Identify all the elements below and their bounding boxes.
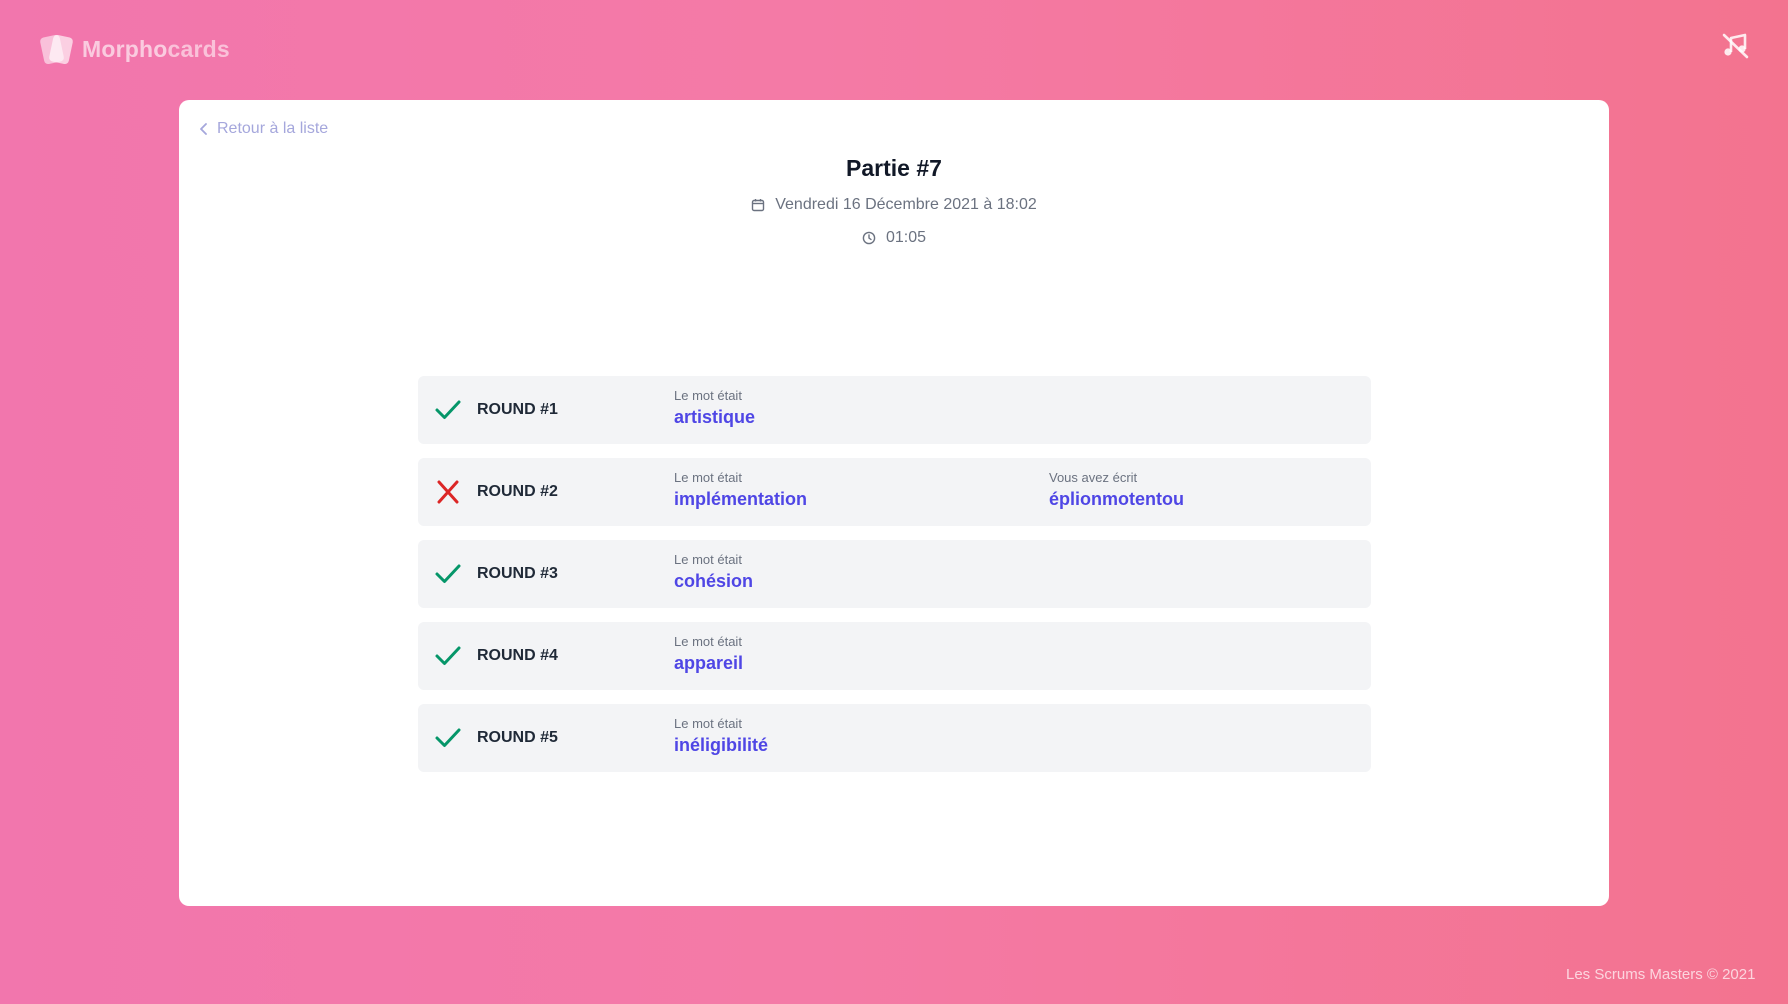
- expected-word-caption: Le mot était: [674, 552, 742, 567]
- game-date: Vendredi 16 Décembre 2021 à 18:02: [179, 196, 1609, 214]
- footer-copyright: Les Scrums Masters © 2021: [1566, 966, 1756, 983]
- page-title: Partie #7: [846, 155, 942, 181]
- check-icon: [435, 646, 461, 665]
- rounds-list: ROUND #1 Le mot était artistique ROUND #…: [418, 376, 1371, 786]
- expected-word-value: inéligibilité: [674, 735, 769, 755]
- music-toggle-button[interactable]: [1718, 28, 1752, 62]
- app-logo[interactable]: Morphocards: [39, 30, 230, 68]
- expected-word-value: appareil: [674, 653, 744, 673]
- music-off-icon: [1722, 33, 1749, 59]
- expected-word-caption: Le mot était: [674, 388, 742, 403]
- round-row: ROUND #1 Le mot était artistique: [418, 376, 1371, 444]
- expected-word-value: implémentation: [674, 489, 808, 509]
- expected-word: Le mot était cohésion: [674, 552, 753, 592]
- chevron-left-icon: [200, 123, 207, 135]
- cards-logo-icon: [39, 32, 74, 66]
- expected-word-caption: Le mot était: [674, 634, 742, 649]
- round-label: ROUND #2: [477, 483, 558, 500]
- round-label: ROUND #5: [477, 729, 558, 746]
- back-to-list-link[interactable]: Retour à la liste: [199, 120, 328, 138]
- game-duration: 01:05: [179, 229, 1609, 247]
- clock-icon: [862, 231, 876, 245]
- game-date-text: Vendredi 16 Décembre 2021 à 18:02: [775, 196, 1037, 213]
- expected-word-caption: Le mot était: [674, 716, 742, 731]
- expected-word: Le mot était artistique: [674, 388, 755, 428]
- check-icon: [435, 400, 461, 419]
- expected-word: Le mot était implémentation: [674, 470, 807, 510]
- typed-word: Vous avez écrit éplionmotentou: [1049, 470, 1184, 510]
- round-row: ROUND #2 Le mot était implémentation Vou…: [418, 458, 1371, 526]
- back-label: Retour à la liste: [217, 120, 329, 137]
- round-label: ROUND #1: [477, 401, 558, 418]
- expected-word-caption: Le mot était: [674, 470, 742, 485]
- expected-word: Le mot était appareil: [674, 634, 743, 674]
- round-label: ROUND #3: [477, 565, 558, 582]
- top-bar: Morphocards: [0, 0, 1788, 100]
- round-row: ROUND #5 Le mot était inéligibilité: [418, 704, 1371, 772]
- x-icon: [437, 480, 459, 504]
- typed-word-caption: Vous avez écrit: [1049, 470, 1138, 485]
- game-detail-card: Retour à la liste Partie #7 Vendredi 16 …: [179, 100, 1609, 906]
- round-label: ROUND #4: [477, 647, 558, 664]
- round-row: ROUND #3 Le mot était cohésion: [418, 540, 1371, 608]
- typed-word-value: éplionmotentou: [1049, 489, 1184, 509]
- check-icon: [435, 564, 461, 583]
- app-name: Morphocards: [82, 35, 230, 62]
- expected-word-value: artistique: [674, 407, 756, 427]
- check-icon: [435, 728, 461, 747]
- calendar-icon: [752, 199, 765, 212]
- expected-word: Le mot était inéligibilité: [674, 716, 768, 756]
- round-row: ROUND #4 Le mot était appareil: [418, 622, 1371, 690]
- expected-word-value: cohésion: [674, 571, 754, 591]
- game-duration-text: 01:05: [885, 229, 927, 246]
